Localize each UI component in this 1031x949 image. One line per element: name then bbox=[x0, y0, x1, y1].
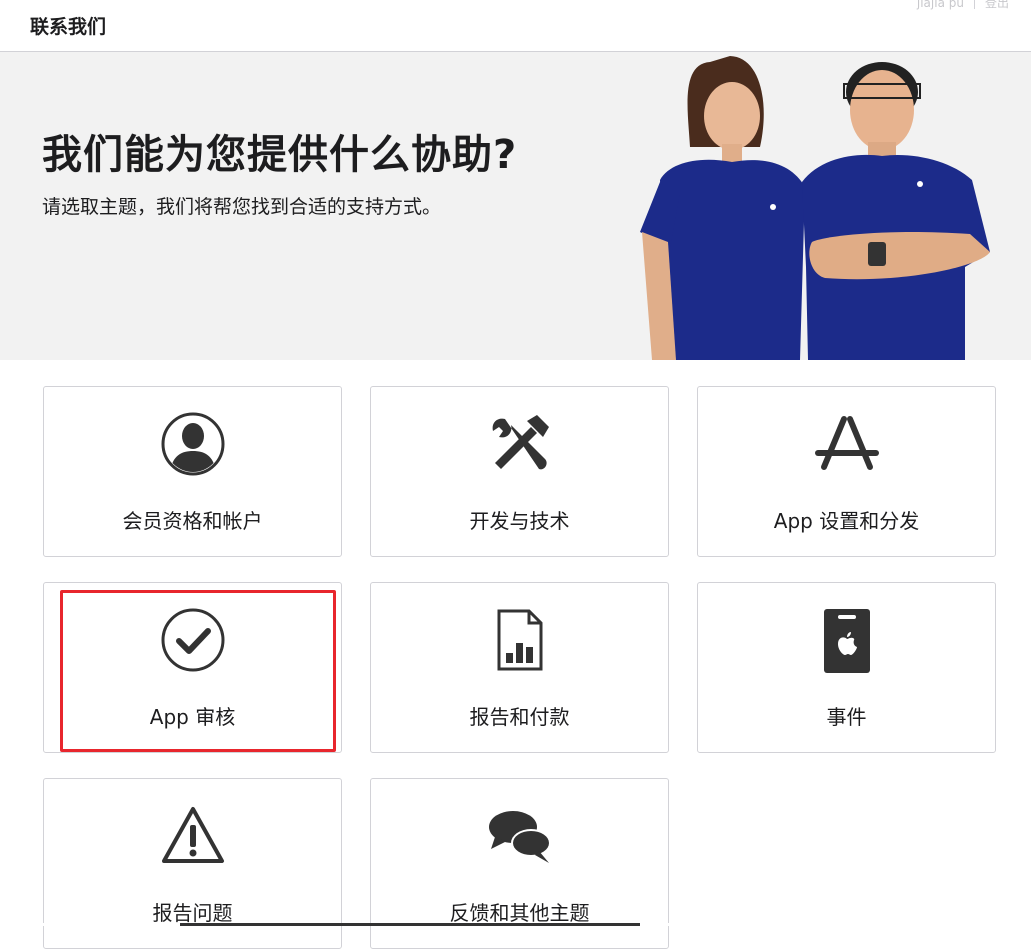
card-label: 报告问题 bbox=[152, 901, 233, 925]
card-label: 反馈和其他主题 bbox=[449, 901, 590, 925]
card-label: 开发与技术 bbox=[469, 509, 570, 533]
checkmark-circle-icon bbox=[161, 608, 224, 672]
top-bar: 联系我们 jiajia pu 登出 bbox=[0, 0, 1031, 52]
user-circle-icon bbox=[161, 412, 224, 476]
hero-subheading: 请选取主题，我们将帮您找到合适的支持方式。 bbox=[42, 196, 442, 218]
card-label: 会员资格和帐户 bbox=[122, 509, 263, 533]
topic-card-development[interactable]: 开发与技术 bbox=[370, 386, 669, 557]
event-badge-icon bbox=[823, 609, 870, 673]
warning-triangle-icon bbox=[161, 807, 224, 863]
topic-card-reports-payments[interactable]: 报告和付款 bbox=[370, 582, 669, 753]
topic-card-events[interactable]: 事件 bbox=[697, 582, 996, 753]
logout-link[interactable]: 登出 bbox=[985, 0, 1009, 11]
card-label: App 审核 bbox=[149, 705, 236, 729]
app-store-icon bbox=[814, 416, 879, 470]
report-chart-icon bbox=[497, 609, 542, 671]
user-menu: jiajia pu 登出 bbox=[917, 0, 1009, 11]
page-title: 联系我们 bbox=[30, 16, 107, 38]
tools-icon bbox=[492, 415, 549, 470]
support-staff-photo bbox=[640, 56, 990, 360]
divider bbox=[973, 0, 975, 9]
topic-card-app-setup[interactable]: App 设置和分发 bbox=[697, 386, 996, 557]
user-name-link[interactable]: jiajia pu bbox=[917, 0, 964, 10]
card-label: 事件 bbox=[826, 705, 867, 729]
topic-card-membership[interactable]: 会员资格和帐户 bbox=[43, 386, 342, 557]
card-label: App 设置和分发 bbox=[773, 509, 920, 533]
card-label: 报告和付款 bbox=[469, 705, 570, 729]
topic-card-app-review[interactable]: App 审核 bbox=[43, 582, 342, 753]
hero-heading: 我们能为您提供什么协助? bbox=[42, 132, 518, 178]
chat-bubbles-icon bbox=[488, 811, 551, 863]
hero-banner: 我们能为您提供什么协助? 请选取主题，我们将帮您找到合适的支持方式。 bbox=[0, 52, 1031, 360]
